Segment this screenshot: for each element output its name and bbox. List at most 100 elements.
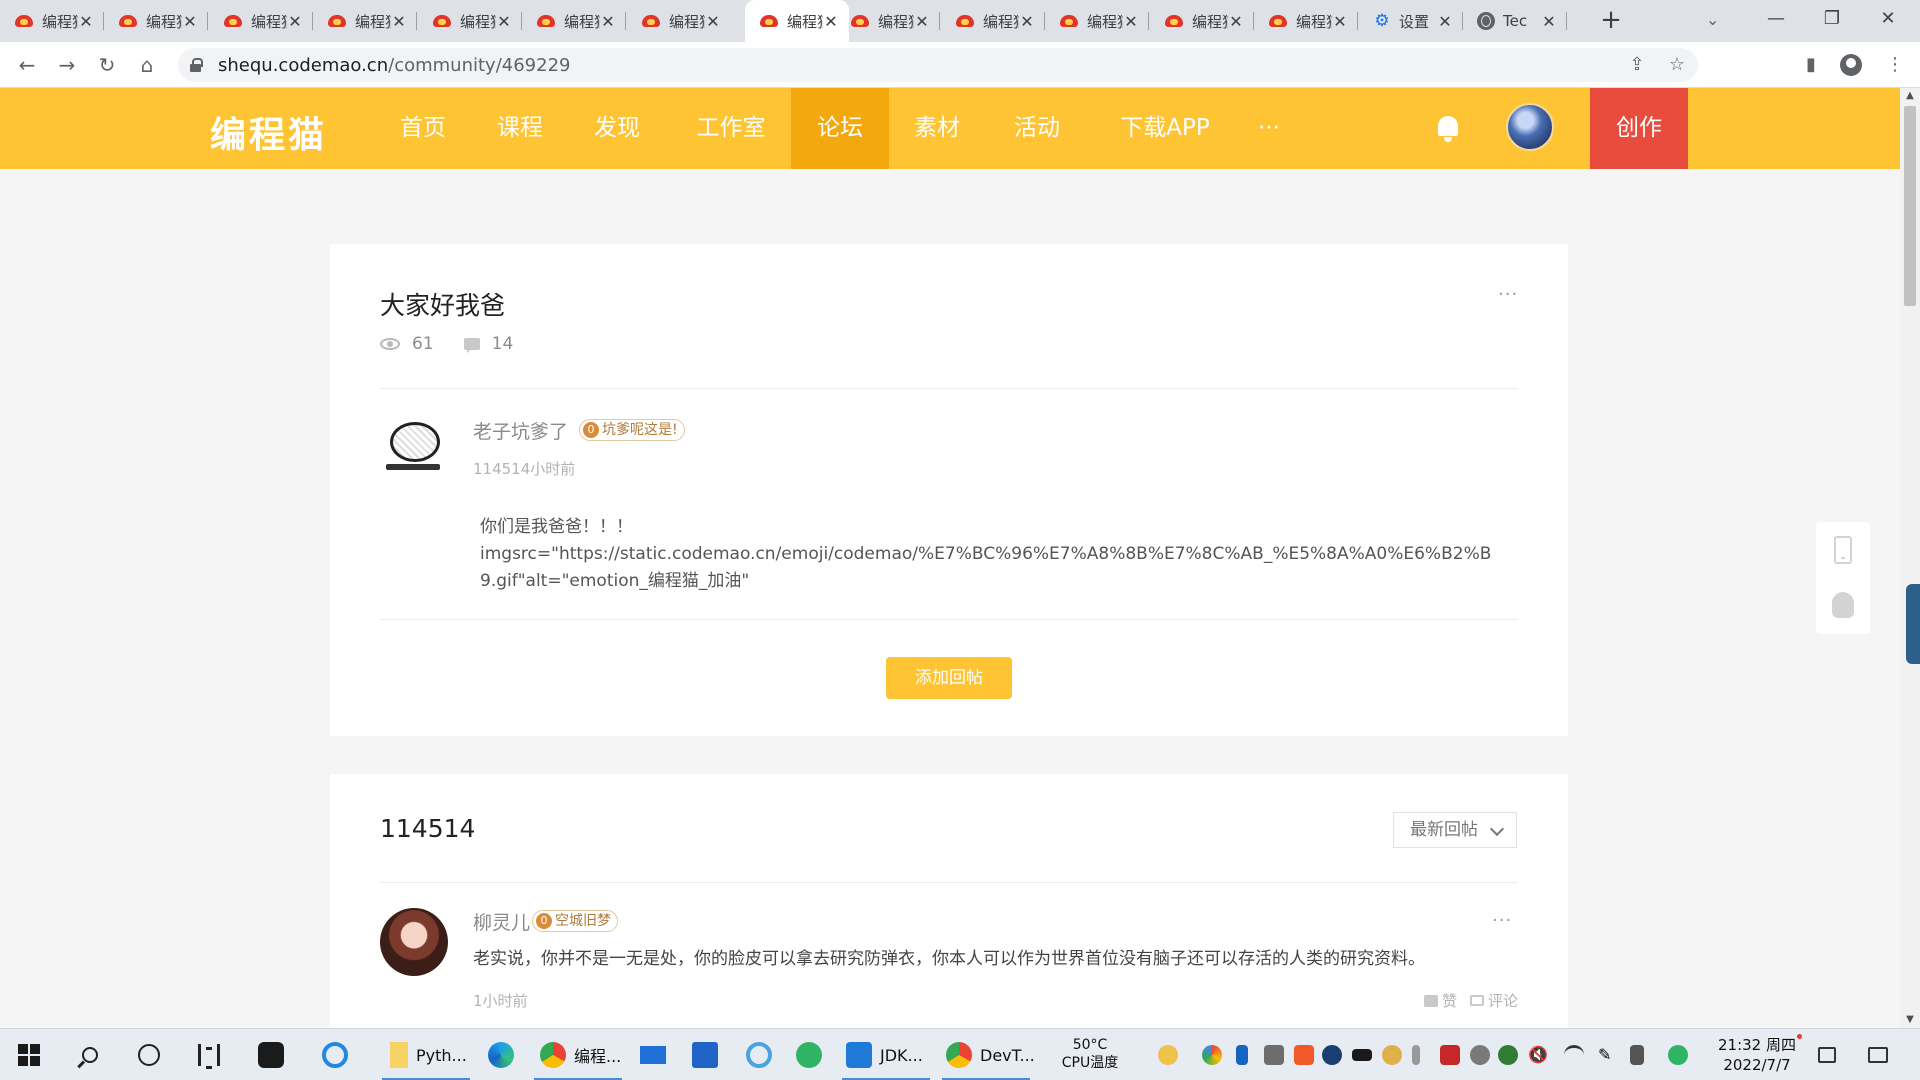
create-button[interactable]: 创作 xyxy=(1590,88,1688,169)
browser-menu-icon[interactable]: ⋮ xyxy=(1880,50,1910,80)
nav-more-button[interactable]: ··· xyxy=(1244,88,1294,169)
back-icon[interactable]: ← xyxy=(12,50,42,80)
like-button[interactable]: 赞 xyxy=(1424,990,1457,1011)
start-button[interactable] xyxy=(18,1029,44,1080)
forward-icon[interactable]: → xyxy=(52,50,82,80)
browser-tab[interactable]: 编程猫✕ xyxy=(104,0,208,42)
add-reply-button[interactable]: 添加回帖 xyxy=(886,657,1012,699)
action-center-icon[interactable] xyxy=(1868,1047,1888,1063)
tray-app-icon[interactable] xyxy=(1382,1045,1402,1065)
author-name[interactable]: 老子坑爹了 xyxy=(473,417,568,444)
scroll-down-icon[interactable]: ▼ xyxy=(1900,1012,1920,1028)
nav-item[interactable]: 首页 xyxy=(390,88,456,169)
window-close-icon[interactable]: ✕ xyxy=(1860,0,1916,42)
tab-close-icon[interactable]: ✕ xyxy=(1541,12,1557,31)
clock[interactable]: 21:32 周四 2022/7/7 xyxy=(1702,1035,1812,1075)
browser-tab[interactable]: Tec ✕ xyxy=(1463,0,1567,42)
tab-close-icon[interactable]: ✕ xyxy=(1332,12,1348,31)
nav-item[interactable]: 下载APP xyxy=(1104,88,1226,169)
nav-item[interactable]: 素材 xyxy=(904,88,970,169)
browser-tab[interactable]: 编程猫✕ xyxy=(1254,0,1358,42)
tab-close-icon[interactable]: ✕ xyxy=(78,12,94,31)
scroll-thumb[interactable] xyxy=(1904,106,1916,306)
tray-app-icon[interactable] xyxy=(1264,1045,1284,1065)
home-icon[interactable]: ⌂ xyxy=(132,50,162,80)
tab-close-icon[interactable]: ✕ xyxy=(391,12,407,31)
nav-item[interactable]: 课程 xyxy=(487,88,553,169)
restore-icon[interactable]: ❐ xyxy=(1804,0,1860,42)
tray-app-icon[interactable] xyxy=(1498,1045,1518,1065)
reply-author-name[interactable]: 柳灵儿 xyxy=(473,908,530,935)
bell-icon[interactable] xyxy=(1434,114,1462,144)
pinned-ie-2[interactable] xyxy=(746,1029,772,1080)
site-logo[interactable]: 编程猫 xyxy=(210,106,327,158)
tab-close-icon[interactable]: ✕ xyxy=(600,12,616,31)
address-bar[interactable]: shequ.codemao.cn/community/469229 ⇪ ☆ xyxy=(178,48,1698,82)
browser-tab[interactable]: 编程猫✕ xyxy=(522,0,626,42)
reply-comment-button[interactable]: 评论 xyxy=(1470,990,1518,1011)
reload-icon[interactable]: ↻ xyxy=(92,50,122,80)
ime-icon[interactable] xyxy=(1630,1045,1644,1065)
tray-app-icon[interactable] xyxy=(1322,1045,1342,1065)
browser-tab[interactable]: 编程猫✕ xyxy=(745,0,849,42)
volume-muted-icon[interactable]: 🔇 xyxy=(1528,1045,1548,1065)
browser-tab[interactable]: 编程猫✕ xyxy=(418,0,522,42)
pinned-edge[interactable] xyxy=(488,1029,514,1080)
task-view-button[interactable] xyxy=(198,1029,220,1080)
cpu-temp-widget[interactable]: 50°C CPU温度 xyxy=(1050,1036,1130,1072)
new-tab-button[interactable]: + xyxy=(1596,6,1626,36)
tab-close-icon[interactable]: ✕ xyxy=(1019,12,1035,31)
bluetooth-icon[interactable] xyxy=(1236,1045,1248,1065)
pinned-mail[interactable] xyxy=(640,1029,666,1080)
browser-tab[interactable]: 编程猫✕ xyxy=(209,0,313,42)
qq-icon[interactable] xyxy=(1832,592,1854,618)
pinned-store[interactable] xyxy=(692,1029,718,1080)
browser-tab[interactable]: ⚙ 设置 ✕ xyxy=(1359,0,1463,42)
scroll-up-icon[interactable]: ▲ xyxy=(1900,88,1920,104)
lock-icon[interactable] xyxy=(190,58,203,72)
author-avatar[interactable] xyxy=(380,416,446,482)
page-scrollbar[interactable]: ▲ ▼ xyxy=(1900,88,1920,1028)
taskbar-app-python[interactable]: Pyth... xyxy=(382,1029,470,1080)
reply-sort-select[interactable]: 最新回帖 xyxy=(1393,812,1517,848)
post-more-button[interactable]: ··· xyxy=(1498,284,1518,305)
tray-app-icon[interactable] xyxy=(1668,1045,1688,1065)
tab-search-icon[interactable]: ⌄ xyxy=(1706,10,1719,29)
tab-close-icon[interactable]: ✕ xyxy=(496,12,512,31)
pinned-ie[interactable] xyxy=(322,1029,348,1080)
reply-author-avatar[interactable] xyxy=(380,908,448,976)
pinned-app-s[interactable] xyxy=(258,1029,284,1080)
pinned-app-e[interactable] xyxy=(796,1029,822,1080)
nav-item[interactable]: 活动 xyxy=(1004,88,1070,169)
tab-close-icon[interactable]: ✕ xyxy=(287,12,303,31)
taskbar-app-vscode[interactable]: JDK... xyxy=(842,1029,930,1080)
pen-icon[interactable]: ✎ xyxy=(1598,1045,1618,1065)
browser-tab[interactable]: 编程猫✕ xyxy=(627,0,731,42)
browser-tab[interactable]: 编程猫✕ xyxy=(1150,0,1254,42)
tab-close-icon[interactable]: ✕ xyxy=(182,12,198,31)
side-drawer-handle[interactable] xyxy=(1906,584,1920,664)
minimize-icon[interactable]: — xyxy=(1748,0,1804,42)
battery-icon[interactable] xyxy=(1352,1049,1372,1061)
browser-tab[interactable]: 编程猫✕ xyxy=(836,0,940,42)
tray-app-icon[interactable] xyxy=(1470,1045,1490,1065)
show-desktop-icon[interactable] xyxy=(1818,1047,1836,1063)
tab-close-icon[interactable]: ✕ xyxy=(1437,12,1453,31)
tab-close-icon[interactable]: ✕ xyxy=(914,12,930,31)
nav-item[interactable]: 发现 xyxy=(584,88,650,169)
profile-icon[interactable] xyxy=(1840,54,1862,76)
url-text[interactable]: shequ.codemao.cn/community/469229 xyxy=(218,55,570,76)
tab-close-icon[interactable]: ✕ xyxy=(705,12,721,31)
tray-app-icon[interactable] xyxy=(1440,1045,1460,1065)
share-icon[interactable]: ⇪ xyxy=(1624,52,1650,78)
browser-tab[interactable]: 编程猫✕ xyxy=(1045,0,1149,42)
phone-icon[interactable] xyxy=(1834,536,1852,564)
bookmark-star-icon[interactable]: ☆ xyxy=(1664,52,1690,78)
browser-tab[interactable]: 编程猫✕ xyxy=(941,0,1045,42)
taskbar-app-codemao[interactable]: 编程... xyxy=(534,1029,622,1080)
reply-more-button[interactable]: ··· xyxy=(1492,910,1512,931)
tab-close-icon[interactable]: ✕ xyxy=(1123,12,1139,31)
thermometer-icon[interactable] xyxy=(1412,1045,1420,1065)
weather-icon[interactable] xyxy=(1158,1045,1178,1065)
browser-tab[interactable]: 编程猫✕ xyxy=(0,0,104,42)
